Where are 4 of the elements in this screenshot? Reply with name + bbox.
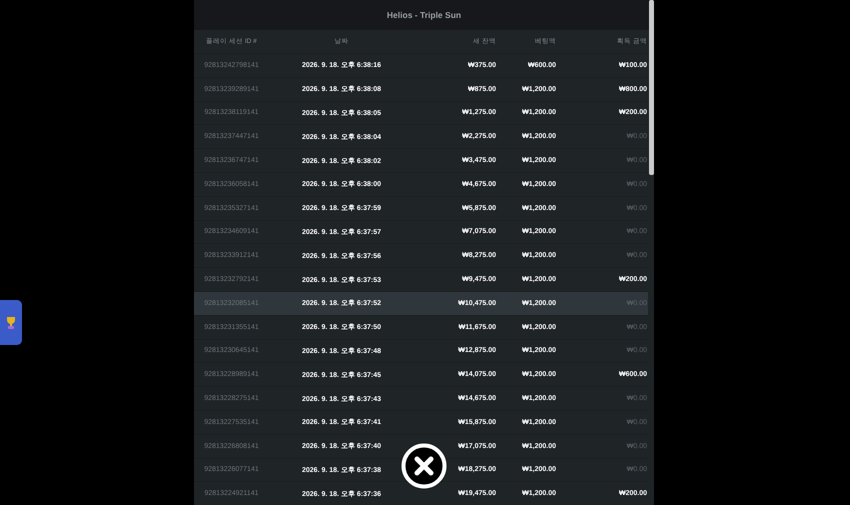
- scrollbar-thumb[interactable]: [649, 0, 654, 175]
- trophy-tab[interactable]: [0, 300, 22, 345]
- window-title: Helios - Triple Sun: [194, 0, 654, 30]
- trophy-icon: [5, 316, 17, 330]
